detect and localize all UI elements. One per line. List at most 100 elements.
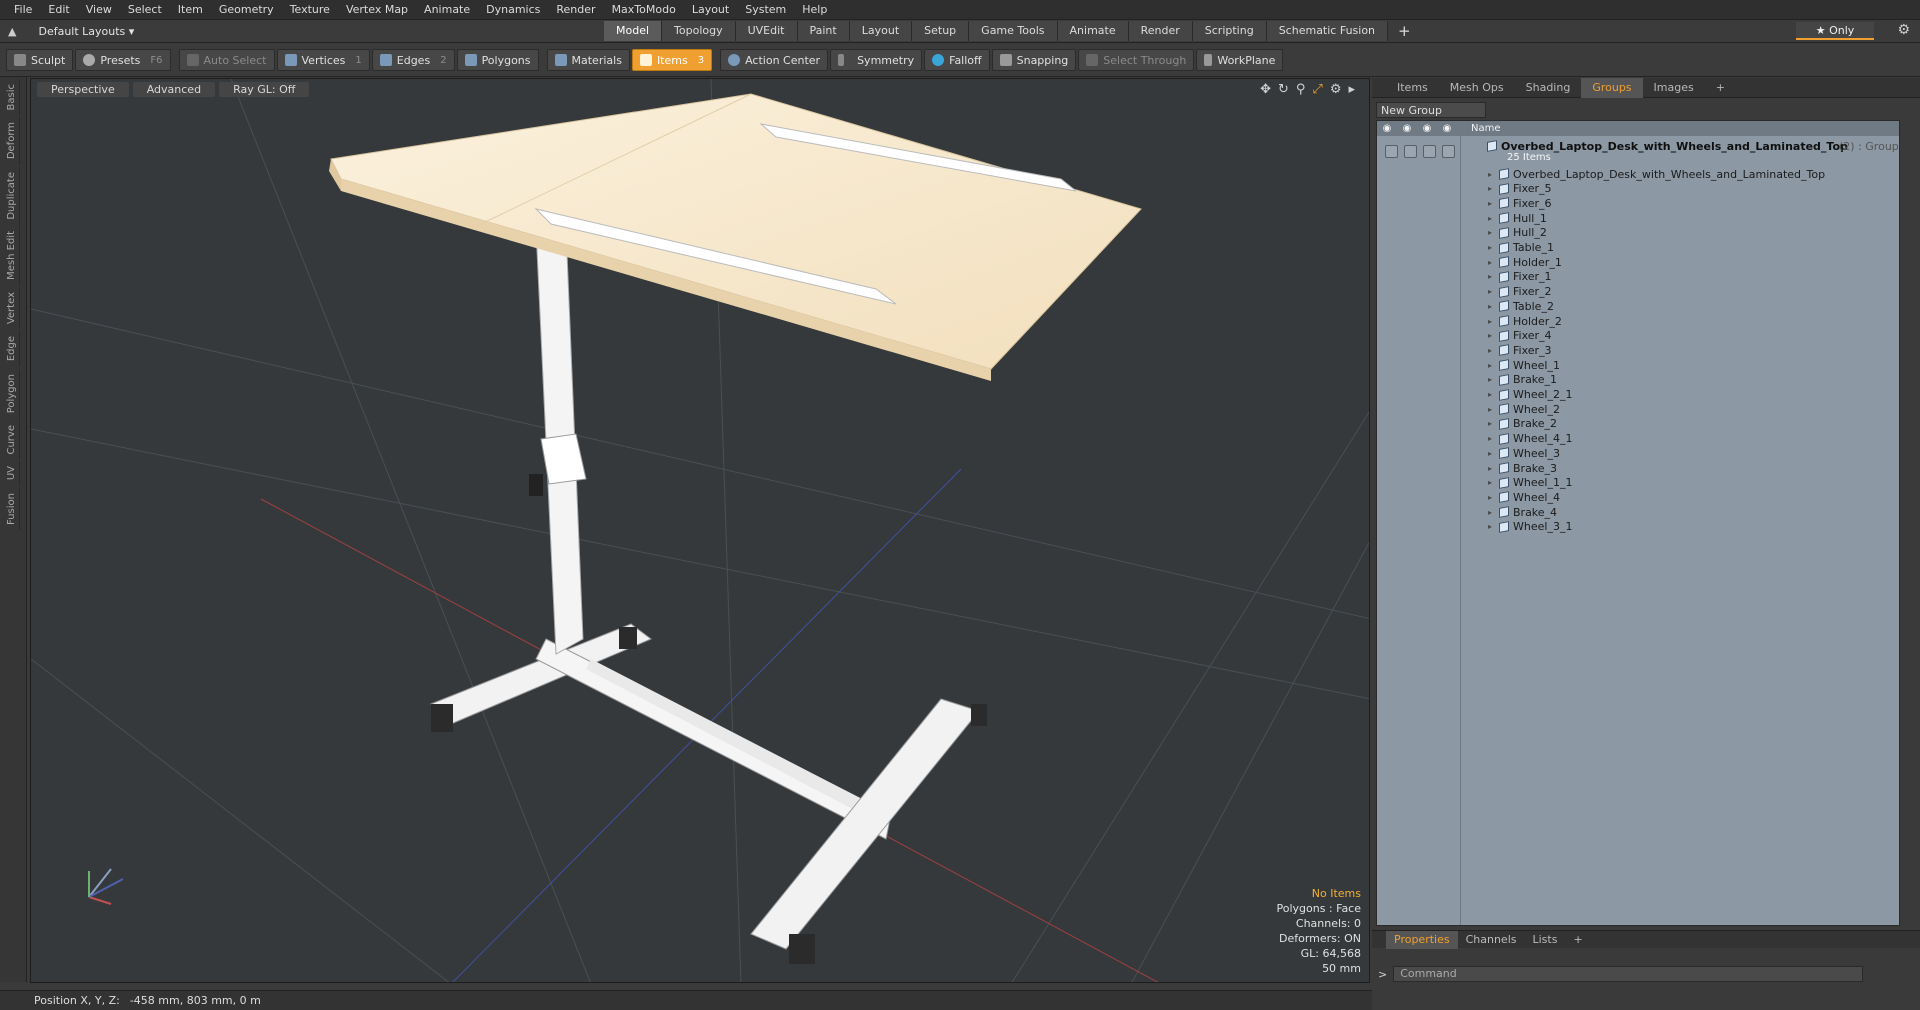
left-tab-uv[interactable]: UV — [6, 461, 20, 486]
expand-icon[interactable]: ▸ — [1488, 302, 1492, 311]
group-row[interactable]: ▾ Overbed_Laptop_Desk_with_Wheels_and_La… — [1377, 137, 1901, 155]
right-tab-mesh-ops[interactable]: Mesh Ops — [1439, 78, 1515, 98]
right-tab-items[interactable]: Items — [1386, 78, 1439, 98]
groups-list[interactable]: ◉ ◉ ◉ ◉ Name ▾ Overbed_Laptop_Desk_with_… — [1376, 120, 1900, 926]
right-tab-shading[interactable]: Shading — [1515, 78, 1582, 98]
expand-icon[interactable]: ▸ — [1488, 214, 1492, 223]
right-tab-images[interactable]: Images — [1643, 78, 1705, 98]
gear-icon[interactable]: ⚙ — [1897, 22, 1910, 38]
menu-dynamics[interactable]: Dynamics — [478, 3, 548, 16]
left-tab-vertex[interactable]: Vertex — [6, 287, 20, 330]
command-input[interactable]: Command — [1393, 966, 1864, 982]
rotate-view-icon[interactable]: ↻ — [1278, 82, 1289, 97]
falloff-button[interactable]: Falloff — [924, 49, 990, 71]
prop-tab-channels[interactable]: Channels — [1458, 931, 1525, 949]
menu-item[interactable]: Item — [170, 3, 211, 16]
right-tab-add[interactable]: + — [1705, 78, 1736, 98]
polygons-button[interactable]: Polygons — [456, 49, 539, 71]
expand-icon[interactable]: ▸ — [1488, 170, 1492, 179]
snapping-button[interactable]: Snapping — [991, 49, 1077, 71]
tab-model[interactable]: Model — [604, 21, 663, 41]
prop-tab-lists[interactable]: Lists — [1525, 931, 1566, 949]
expand-icon[interactable]: ▸ — [1488, 522, 1492, 531]
select-through-button[interactable]: Select Through — [1078, 49, 1195, 71]
add-tab-icon[interactable]: + — [1398, 22, 1411, 40]
left-tab-fusion[interactable]: Fusion — [6, 487, 20, 530]
left-tab-mesh-edit[interactable]: Mesh Edit — [6, 226, 20, 286]
action-center-button[interactable]: Action Center — [720, 49, 829, 71]
sculpt-button[interactable]: Sculpt — [6, 49, 74, 71]
render-column-icon[interactable]: ◉ — [1397, 123, 1417, 134]
list-item[interactable]: ▸ Wheel_3_1 — [1377, 518, 1901, 536]
left-tab-basic[interactable]: Basic — [6, 79, 20, 116]
tab-scripting[interactable]: Scripting — [1192, 21, 1267, 41]
advanced-button[interactable]: Advanced — [132, 82, 216, 97]
workplane-button[interactable]: WorkPlane — [1196, 49, 1284, 71]
tab-game-tools[interactable]: Game Tools — [969, 21, 1058, 41]
menu-geometry[interactable]: Geometry — [211, 3, 282, 16]
left-tab-edge[interactable]: Edge — [6, 331, 20, 367]
menu-view[interactable]: View — [78, 3, 120, 16]
prop-tab-properties[interactable]: Properties — [1386, 930, 1458, 949]
menu-layout[interactable]: Layout — [684, 3, 737, 16]
menu-edit[interactable]: Edit — [40, 3, 77, 16]
expand-icon[interactable]: ▸ — [1488, 508, 1492, 517]
edges-button[interactable]: Edges 2 — [371, 49, 455, 71]
viewport-menu-icon[interactable]: ▸ — [1348, 82, 1355, 97]
tab-paint[interactable]: Paint — [797, 21, 850, 41]
zoom-view-icon[interactable]: ⚲ — [1296, 82, 1306, 97]
tab-animate[interactable]: Animate — [1057, 21, 1129, 41]
tab-setup[interactable]: Setup — [912, 21, 970, 41]
tab-topology[interactable]: Topology — [662, 21, 736, 41]
expand-icon[interactable]: ▸ — [1488, 361, 1492, 370]
expand-icon[interactable]: ▸ — [1488, 434, 1492, 443]
move-view-icon[interactable]: ✥ — [1260, 82, 1271, 97]
only-toggle[interactable]: ★ Only — [1796, 22, 1874, 40]
menu-render[interactable]: Render — [548, 3, 603, 16]
materials-button[interactable]: Materials — [546, 49, 630, 71]
menu-vertex-map[interactable]: Vertex Map — [338, 3, 416, 16]
tab-uvedit[interactable]: UVEdit — [735, 21, 798, 41]
expand-icon[interactable]: ▸ — [1488, 228, 1492, 237]
right-tab-groups[interactable]: Groups — [1581, 77, 1643, 98]
fit-view-icon[interactable]: ⤢ — [1312, 82, 1322, 97]
expand-icon[interactable]: ▸ — [1488, 375, 1492, 384]
items-button[interactable]: Items 3 — [631, 49, 713, 71]
name-column-header[interactable]: Name — [1471, 123, 1501, 134]
new-group-button[interactable]: New Group — [1376, 102, 1486, 118]
expand-icon[interactable]: ▸ — [1488, 449, 1492, 458]
raygl-button[interactable]: Ray GL: Off — [219, 82, 310, 97]
vertices-button[interactable]: Vertices 1 — [276, 49, 370, 71]
menu-system[interactable]: System — [737, 3, 794, 16]
view-mode-button[interactable]: Perspective — [37, 82, 129, 97]
expand-icon[interactable]: ▸ — [1488, 287, 1492, 296]
menu-help[interactable]: Help — [794, 3, 835, 16]
left-tab-deform[interactable]: Deform — [6, 117, 20, 165]
expand-icon[interactable]: ▸ — [1488, 272, 1492, 281]
menu-maxtomodo[interactable]: MaxToModo — [604, 3, 684, 16]
menu-animate[interactable]: Animate — [416, 3, 478, 16]
expand-icon[interactable]: ▸ — [1488, 258, 1492, 267]
presets-button[interactable]: Presets F6 — [75, 49, 171, 71]
expand-icon[interactable]: ▸ — [1488, 493, 1492, 502]
left-tab-duplicate[interactable]: Duplicate — [6, 166, 20, 225]
lock-column-icon[interactable]: ◉ — [1417, 123, 1437, 134]
left-tab-curve[interactable]: Curve — [6, 419, 20, 460]
select-column-icon[interactable]: ◉ — [1437, 123, 1457, 134]
expand-icon[interactable]: ▸ — [1488, 243, 1492, 252]
expand-icon[interactable]: ▸ — [1488, 419, 1492, 428]
expand-icon[interactable]: ▸ — [1488, 390, 1492, 399]
expand-icon[interactable]: ▸ — [1488, 464, 1492, 473]
expand-icon[interactable]: ▸ — [1488, 478, 1492, 487]
expand-icon[interactable]: ▸ — [1488, 331, 1492, 340]
auto-select-button[interactable]: Auto Select — [178, 49, 275, 71]
symmetry-button[interactable]: Symmetry — [830, 49, 923, 71]
menu-file[interactable]: File — [6, 3, 40, 16]
tab-layout[interactable]: Layout — [849, 21, 913, 41]
expand-icon[interactable]: ▸ — [1488, 199, 1492, 208]
left-tab-polygon[interactable]: Polygon — [6, 368, 20, 418]
expand-icon[interactable]: ▸ — [1488, 317, 1492, 326]
3d-viewport[interactable]: Perspective Advanced Ray GL: Off ✥ ↻ ⚲ ⤢… — [30, 78, 1370, 983]
tab-schematic-fusion[interactable]: Schematic Fusion — [1266, 21, 1389, 41]
expand-icon[interactable]: ▸ — [1488, 405, 1492, 414]
